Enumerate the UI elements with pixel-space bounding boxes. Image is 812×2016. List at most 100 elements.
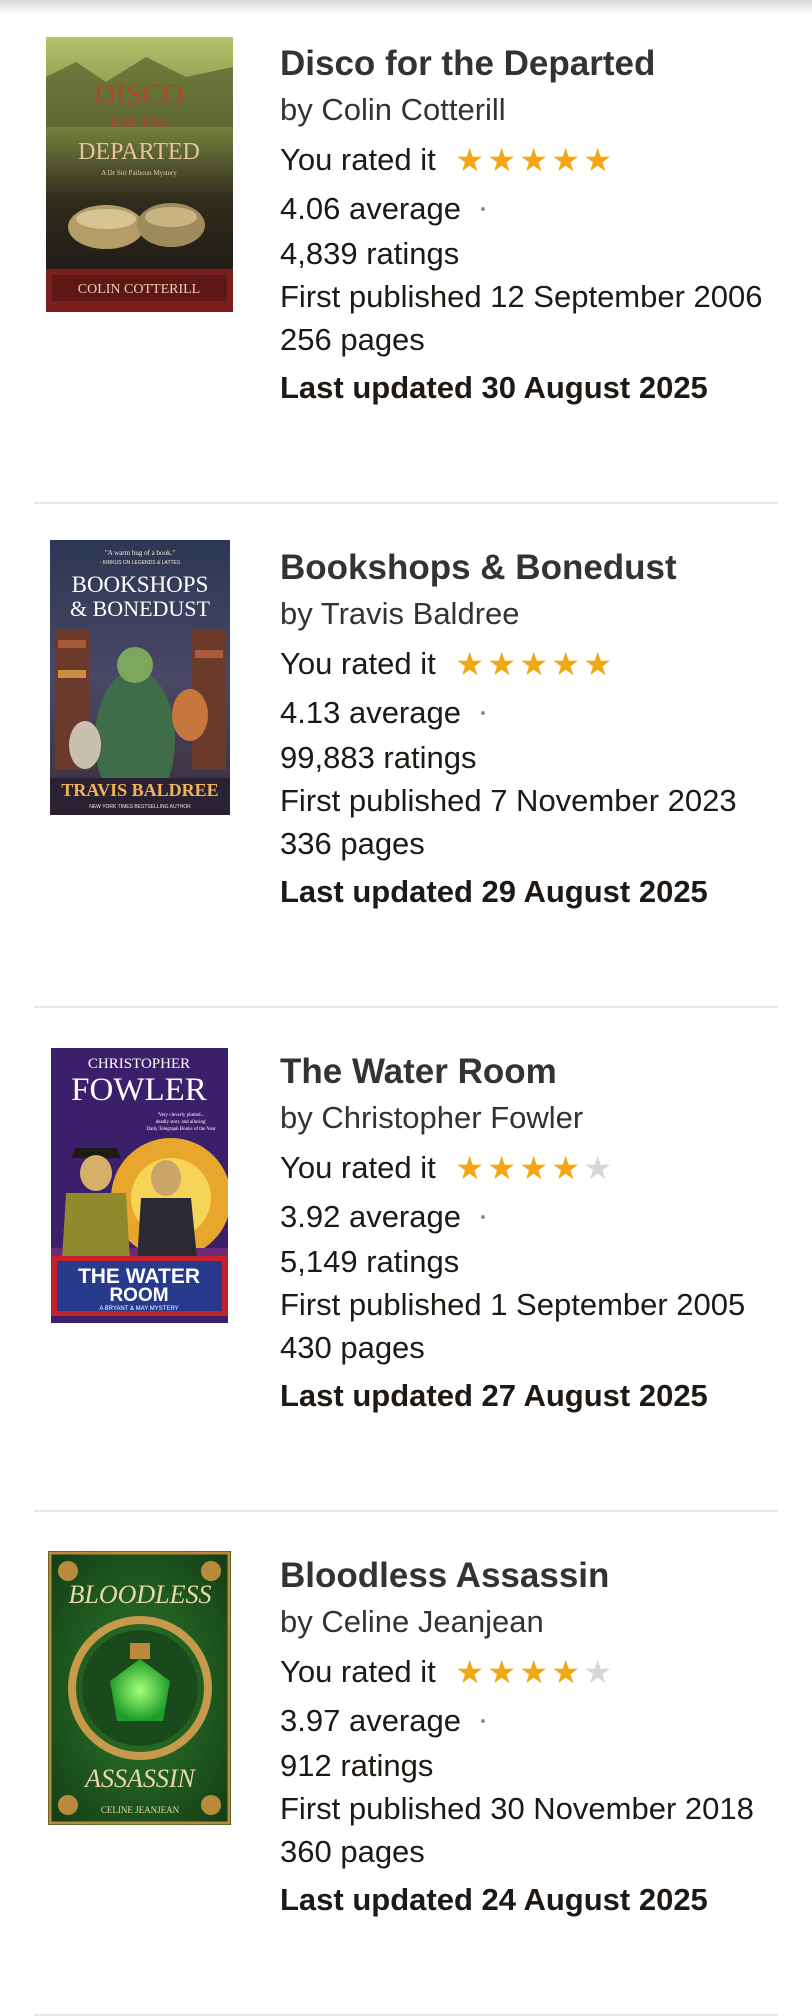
ratings-count: 912 ratings <box>280 1748 434 1783</box>
book-cover[interactable]: "A warm hug of a book." - KIRKUS ON LEGE… <box>50 540 230 815</box>
svg-text:- KIRKUS ON LEGENDS & LATTES: - KIRKUS ON LEGENDS & LATTES <box>100 560 181 566</box>
page-count: 256 pages <box>280 322 425 357</box>
separator-dot <box>480 207 485 211</box>
ratings-count: 5,149 ratings <box>280 1244 460 1279</box>
star-icon[interactable]: ★ <box>518 1152 550 1184</box>
star-icon[interactable]: ★ <box>550 648 582 680</box>
cover-author: TRAVIS BALDREE <box>61 780 218 800</box>
first-published: First published 12 September 2006 <box>280 279 763 314</box>
page-count: 336 pages <box>280 826 425 861</box>
star-rating[interactable]: ★ ★ ★ ★ ★ <box>454 144 614 176</box>
star-rating[interactable]: ★ ★ ★ ★ ★ <box>454 648 614 680</box>
star-icon[interactable]: ★ <box>582 144 614 176</box>
rating-label: You rated it <box>280 646 436 681</box>
user-rating: You rated it ★ ★ ★ ★ ★ <box>280 1646 780 1698</box>
star-icon[interactable]: ★ <box>486 144 518 176</box>
average-rating: 3.92 average <box>280 1194 780 1240</box>
star-rating[interactable]: ★ ★ ★ ★ ★ <box>454 1656 614 1688</box>
book-row[interactable]: CHRISTOPHER FOWLER 'Very cleverly plotte… <box>34 1008 778 1512</box>
average-rating: 4.13 average <box>280 690 780 736</box>
rating-label: You rated it <box>280 1654 436 1689</box>
separator-dot <box>480 1215 485 1219</box>
star-icon[interactable]: ★ <box>486 648 518 680</box>
book-author[interactable]: by Colin Cotterill <box>280 86 780 134</box>
first-published: First published 30 November 2018 <box>280 1791 754 1826</box>
book-cover[interactable]: DISCO FOR THE DEPARTED A Dr Siri Paiboun… <box>46 37 233 312</box>
svg-text:'Very cleverly plotted...: 'Very cleverly plotted... <box>158 1113 205 1118</box>
star-icon[interactable]: ★ <box>582 648 614 680</box>
average-rating: 3.97 average <box>280 1698 780 1744</box>
star-rating[interactable]: ★ ★ ★ ★ ★ <box>454 1152 614 1184</box>
star-icon[interactable]: ★ <box>454 144 486 176</box>
book-title[interactable]: Bloodless Assassin <box>280 1554 780 1598</box>
star-icon[interactable]: ★ <box>582 1656 614 1688</box>
page-count: 430 pages <box>280 1330 425 1365</box>
star-icon[interactable]: ★ <box>454 1152 486 1184</box>
star-icon[interactable]: ★ <box>454 1656 486 1688</box>
book-info: Bookshops & Bonedust by Travis Baldree Y… <box>280 546 780 917</box>
cover-author: COLIN COTTERILL <box>78 282 200 297</box>
last-updated: Last updated 27 August 2025 <box>280 1378 708 1413</box>
separator-dot <box>480 1719 485 1723</box>
star-icon[interactable]: ★ <box>550 1152 582 1184</box>
svg-text:ASSASSIN: ASSASSIN <box>83 1764 196 1793</box>
svg-text:A Dr Siri Paiboun Mystery: A Dr Siri Paiboun Mystery <box>101 169 177 177</box>
cover-bloodless-assassin: BLOODLESS ASSASSIN CELINE JEANJEAN <box>48 1551 231 1825</box>
cover-title: BOOKSHOPS <box>72 572 209 597</box>
svg-text:FOWLER: FOWLER <box>71 1072 207 1108</box>
book-row[interactable]: BLOODLESS ASSASSIN CELINE JEANJEAN Blood… <box>34 1512 778 2016</box>
star-icon[interactable]: ★ <box>454 648 486 680</box>
book-title[interactable]: Bookshops & Bonedust <box>280 546 780 590</box>
svg-text:"A warm hug of a book.": "A warm hug of a book." <box>105 549 175 557</box>
svg-text:FOR THE: FOR THE <box>110 116 168 131</box>
book-info: Disco for the Departed by Colin Cotteril… <box>280 42 780 413</box>
ratings-count: 4,839 ratings <box>280 236 460 271</box>
last-updated: Last updated 24 August 2025 <box>280 1882 708 1917</box>
star-icon[interactable]: ★ <box>486 1152 518 1184</box>
star-icon[interactable]: ★ <box>582 1152 614 1184</box>
book-row[interactable]: "A warm hug of a book." - KIRKUS ON LEGE… <box>34 504 778 1008</box>
book-author[interactable]: by Travis Baldree <box>280 590 780 638</box>
first-published: First published 1 September 2005 <box>280 1287 746 1322</box>
user-rating: You rated it ★ ★ ★ ★ ★ <box>280 134 780 186</box>
last-updated: Last updated 29 August 2025 <box>280 874 708 909</box>
star-icon[interactable]: ★ <box>550 1656 582 1688</box>
svg-text:A BRYANT & MAY MYSTERY: A BRYANT & MAY MYSTERY <box>99 1306 178 1312</box>
cover-author: CELINE JEANJEAN <box>101 1805 180 1815</box>
cover-the-water-room: CHRISTOPHER FOWLER 'Very cleverly plotte… <box>51 1048 228 1323</box>
book-author[interactable]: by Celine Jeanjean <box>280 1598 780 1646</box>
page-count: 360 pages <box>280 1834 425 1869</box>
star-icon[interactable]: ★ <box>486 1656 518 1688</box>
cover-title: BLOODLESS <box>68 1580 211 1609</box>
svg-text:& BONEDUST: & BONEDUST <box>70 596 211 621</box>
book-row[interactable]: DISCO FOR THE DEPARTED A Dr Siri Paiboun… <box>34 0 778 504</box>
user-rating: You rated it ★ ★ ★ ★ ★ <box>280 1142 780 1194</box>
rating-label: You rated it <box>280 1150 436 1185</box>
book-list: DISCO FOR THE DEPARTED A Dr Siri Paiboun… <box>34 0 778 2016</box>
user-rating: You rated it ★ ★ ★ ★ ★ <box>280 638 780 690</box>
ratings-count: 99,883 ratings <box>280 740 477 775</box>
svg-text:NEW YORK TIMES BESTSELLING AUT: NEW YORK TIMES BESTSELLING AUTHOR <box>89 804 191 810</box>
first-published: First published 7 November 2023 <box>280 783 737 818</box>
book-info: Bloodless Assassin by Celine Jeanjean Yo… <box>280 1554 780 1925</box>
svg-text:deadly story and alluring': deadly story and alluring' <box>156 1120 207 1125</box>
cover-author: CHRISTOPHER <box>88 1056 190 1072</box>
book-cover[interactable]: CHRISTOPHER FOWLER 'Very cleverly plotte… <box>51 1048 228 1323</box>
star-icon[interactable]: ★ <box>518 648 550 680</box>
cover-bookshops-and-bonedust: "A warm hug of a book." - KIRKUS ON LEGE… <box>50 540 230 815</box>
last-updated: Last updated 30 August 2025 <box>280 370 708 405</box>
star-icon[interactable]: ★ <box>550 144 582 176</box>
book-author[interactable]: by Christopher Fowler <box>280 1094 780 1142</box>
svg-text:DEPARTED: DEPARTED <box>78 139 200 165</box>
book-title[interactable]: Disco for the Departed <box>280 42 780 86</box>
star-icon[interactable]: ★ <box>518 1656 550 1688</box>
cover-disco-for-the-departed: DISCO FOR THE DEPARTED A Dr Siri Paiboun… <box>46 37 233 312</box>
book-info: The Water Room by Christopher Fowler You… <box>280 1050 780 1421</box>
book-cover[interactable]: BLOODLESS ASSASSIN CELINE JEANJEAN <box>48 1551 231 1825</box>
svg-text:Daily Telegraph Books of the Y: Daily Telegraph Books of the Year <box>146 1127 216 1132</box>
average-rating: 4.06 average <box>280 186 780 232</box>
separator-dot <box>480 711 485 715</box>
svg-text:ROOM: ROOM <box>109 1285 168 1306</box>
book-title[interactable]: The Water Room <box>280 1050 780 1094</box>
star-icon[interactable]: ★ <box>518 144 550 176</box>
